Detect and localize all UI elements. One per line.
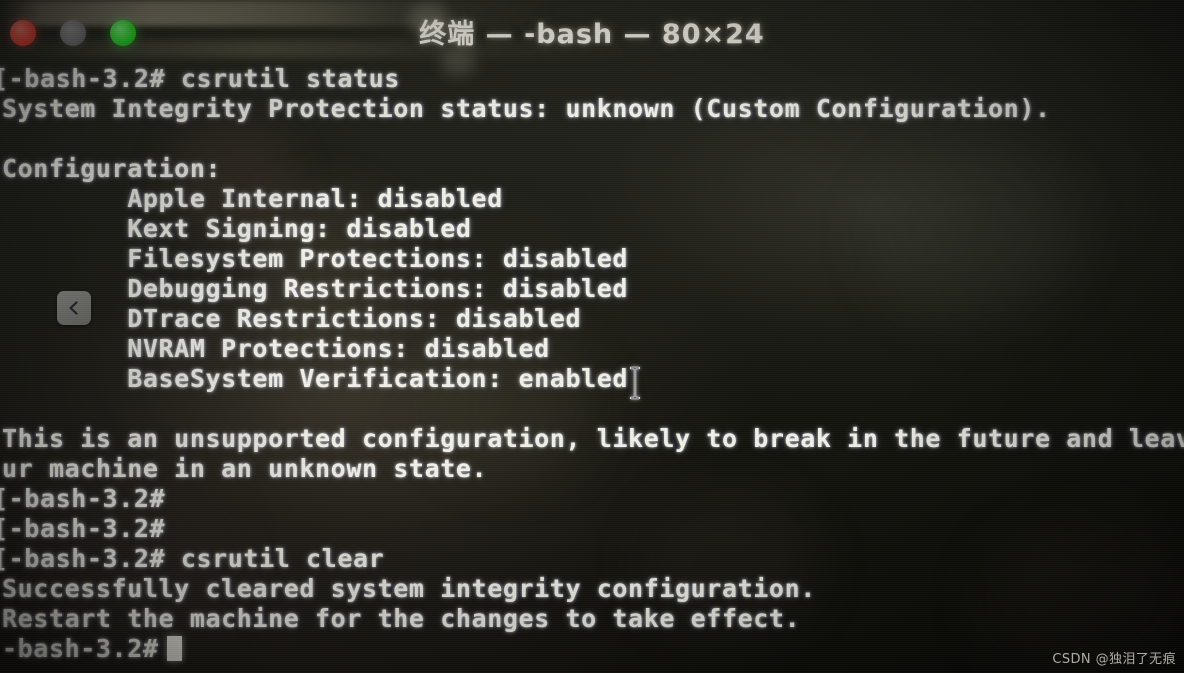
terminal-line: System Integrity Protection status: unkn…	[2, 94, 1051, 123]
terminal-line: ur machine in an unknown state.	[2, 454, 488, 483]
terminal-line: Debugging Restrictions: disabled	[2, 274, 629, 303]
terminal-line: NVRAM Protections: disabled	[2, 334, 550, 363]
chevron-left-icon	[65, 299, 83, 317]
terminal-output[interactable]: [-bash-3.2# csrutil status System Integri…	[0, 64, 1184, 673]
terminal-line: Kext Signing: disabled	[2, 214, 472, 243]
terminal-prompt-line: -bash-3.2#	[0, 634, 1184, 664]
terminal-line: Apple Internal: disabled	[2, 184, 503, 213]
terminal-line: [-bash-3.2#	[0, 484, 166, 513]
terminal-line: Filesystem Protections: disabled	[2, 244, 629, 273]
terminal-screenshot-photo: 终端 — -bash — 80×24 [-bash-3.2# csrutil s…	[0, 0, 1184, 673]
terminal-line: Configuration:	[2, 154, 222, 183]
window-title: 终端 — -bash — 80×24	[419, 19, 765, 50]
terminal-line: [-bash-3.2# csrutil status	[0, 64, 400, 93]
terminal-line: [-bash-3.2#	[0, 514, 166, 543]
back-button[interactable]	[57, 291, 91, 325]
text-cursor-icon	[627, 366, 643, 400]
terminal-prompt: -bash-3.2#	[2, 634, 159, 663]
terminal-line: Restart the machine for the changes to t…	[2, 604, 801, 633]
terminal-line: [-bash-3.2# csrutil clear	[0, 544, 385, 573]
terminal-line: Successfully cleared system integrity co…	[2, 574, 816, 603]
terminal-line: BaseSystem Verification: enabled	[2, 364, 629, 393]
terminal-line: DTrace Restrictions: disabled	[2, 304, 582, 333]
watermark: CSDN @独泪了无痕	[1052, 652, 1176, 667]
terminal-cursor	[166, 636, 182, 661]
window-titlebar: 终端 — -bash — 80×24	[0, 0, 1184, 62]
terminal-line: This is an unsupported configuration, li…	[2, 424, 1184, 453]
